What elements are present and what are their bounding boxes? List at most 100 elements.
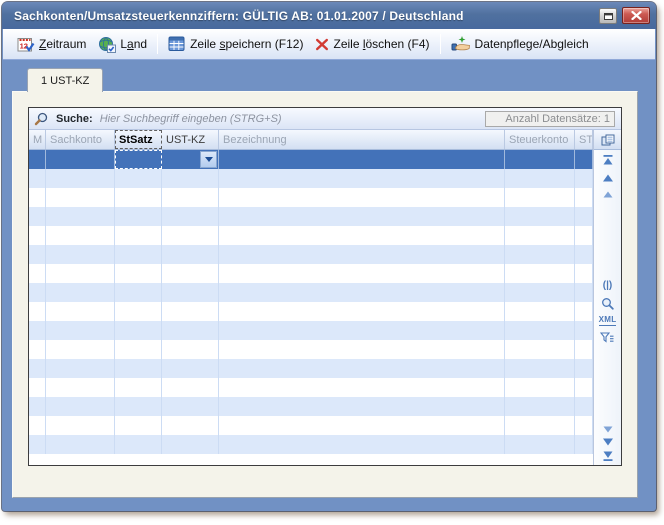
cell-ust-kz[interactable]	[162, 169, 219, 188]
cell-m[interactable]	[29, 378, 46, 397]
table-row[interactable]	[29, 321, 593, 340]
cell-sachkonto[interactable]	[46, 150, 115, 169]
cell-bezeichnung[interactable]	[219, 264, 505, 283]
cell-m[interactable]	[29, 416, 46, 435]
cell-stsatz[interactable]	[115, 359, 162, 378]
cell-steuerkonto[interactable]	[505, 302, 575, 321]
cell-bezeichnung[interactable]	[219, 359, 505, 378]
cell-steuerkonto[interactable]	[505, 150, 575, 169]
cell-sachkonto[interactable]	[46, 302, 115, 321]
search-rows-button[interactable]	[601, 297, 614, 310]
table-row[interactable]	[29, 302, 593, 321]
cell-ust-kz[interactable]	[162, 188, 219, 207]
cell-ust-kz[interactable]	[162, 340, 219, 359]
cell-stsatz[interactable]	[115, 245, 162, 264]
column-header-sachkonto[interactable]: Sachkonto	[46, 130, 115, 149]
cell-sachkonto[interactable]	[46, 188, 115, 207]
cell-m[interactable]	[29, 169, 46, 188]
cell-bezeichnung[interactable]	[219, 435, 505, 454]
cell-bezeichnung[interactable]	[219, 302, 505, 321]
table-row[interactable]	[29, 169, 593, 188]
cell-st[interactable]	[575, 188, 593, 207]
cell-steuerkonto[interactable]	[505, 359, 575, 378]
cell-steuerkonto[interactable]	[505, 226, 575, 245]
cell-m[interactable]	[29, 397, 46, 416]
cell-sachkonto[interactable]	[46, 226, 115, 245]
cell-steuerkonto[interactable]	[505, 340, 575, 359]
cell-ust-kz[interactable]	[162, 207, 219, 226]
cell-steuerkonto[interactable]	[505, 283, 575, 302]
land-button[interactable]: Land	[92, 34, 153, 55]
cell-ust-kz[interactable]	[162, 302, 219, 321]
cell-ust-kz[interactable]	[162, 245, 219, 264]
cell-m[interactable]	[29, 264, 46, 283]
cell-steuerkonto[interactable]	[505, 378, 575, 397]
title-bar[interactable]: Sachkonten/Umsatzsteuerkennziffern: GÜLT…	[2, 2, 656, 29]
cell-bezeichnung[interactable]	[219, 321, 505, 340]
cell-m[interactable]	[29, 207, 46, 226]
cell-steuerkonto[interactable]	[505, 169, 575, 188]
table-row[interactable]	[29, 340, 593, 359]
table-row-selected[interactable]	[29, 150, 593, 169]
cell-m[interactable]	[29, 226, 46, 245]
cell-ust-kz[interactable]	[162, 321, 219, 340]
cell-sachkonto[interactable]	[46, 321, 115, 340]
cell-stsatz[interactable]	[115, 378, 162, 397]
datenpflege-button[interactable]: Datenpflege/Abgleich	[445, 34, 595, 54]
cell-steuerkonto[interactable]	[505, 264, 575, 283]
cell-stsatz[interactable]	[115, 416, 162, 435]
go-last-button[interactable]	[602, 451, 614, 461]
table-row[interactable]	[29, 226, 593, 245]
cell-st[interactable]	[575, 359, 593, 378]
cell-st[interactable]	[575, 397, 593, 416]
column-header-stsatz[interactable]: StSatz	[115, 130, 162, 149]
save-row-button[interactable]: Zeile speichern (F12)	[162, 34, 309, 54]
cell-st[interactable]	[575, 169, 593, 188]
row-up-button[interactable]	[603, 191, 613, 198]
column-header-steuerkonto[interactable]: Steuerkonto	[505, 130, 575, 149]
cell-m[interactable]	[29, 340, 46, 359]
search-icon[interactable]	[34, 112, 49, 126]
xml-export-button[interactable]: XML	[599, 316, 617, 326]
close-button[interactable]	[622, 7, 650, 24]
table-row[interactable]	[29, 283, 593, 302]
cell-stsatz[interactable]	[115, 283, 162, 302]
cell-bezeichnung[interactable]	[219, 340, 505, 359]
cell-ust-kz[interactable]	[162, 150, 219, 169]
cell-sachkonto[interactable]	[46, 283, 115, 302]
cell-m[interactable]	[29, 283, 46, 302]
cell-m[interactable]	[29, 150, 46, 169]
cell-sachkonto[interactable]	[46, 397, 115, 416]
zeitraum-button[interactable]: 12 Zeitraum	[11, 34, 92, 55]
cell-st[interactable]	[575, 435, 593, 454]
cell-st[interactable]	[575, 283, 593, 302]
column-header-m[interactable]: M	[29, 130, 46, 149]
cell-ust-kz[interactable]	[162, 264, 219, 283]
cell-m[interactable]	[29, 359, 46, 378]
cell-st[interactable]	[575, 340, 593, 359]
table-row[interactable]	[29, 188, 593, 207]
cell-bezeichnung[interactable]	[219, 226, 505, 245]
cell-ust-kz[interactable]	[162, 378, 219, 397]
ust-kz-dropdown-button[interactable]	[200, 151, 217, 168]
cell-steuerkonto[interactable]	[505, 188, 575, 207]
cell-st[interactable]	[575, 378, 593, 397]
column-header-st[interactable]: ST	[575, 130, 593, 149]
cell-st[interactable]	[575, 245, 593, 264]
cell-sachkonto[interactable]	[46, 207, 115, 226]
table-row[interactable]	[29, 359, 593, 378]
go-first-button[interactable]	[602, 155, 614, 165]
page-down-button[interactable]	[602, 438, 614, 446]
table-row[interactable]	[29, 207, 593, 226]
cell-stsatz[interactable]	[115, 302, 162, 321]
cell-sachkonto[interactable]	[46, 416, 115, 435]
column-header-bezeichnung[interactable]: Bezeichnung	[219, 130, 505, 149]
cell-stsatz[interactable]	[115, 397, 162, 416]
cell-stsatz[interactable]	[115, 169, 162, 188]
cell-m[interactable]	[29, 188, 46, 207]
cell-stsatz[interactable]	[115, 207, 162, 226]
cell-sachkonto[interactable]	[46, 435, 115, 454]
cell-bezeichnung[interactable]	[219, 245, 505, 264]
cell-st[interactable]	[575, 150, 593, 169]
cell-steuerkonto[interactable]	[505, 321, 575, 340]
